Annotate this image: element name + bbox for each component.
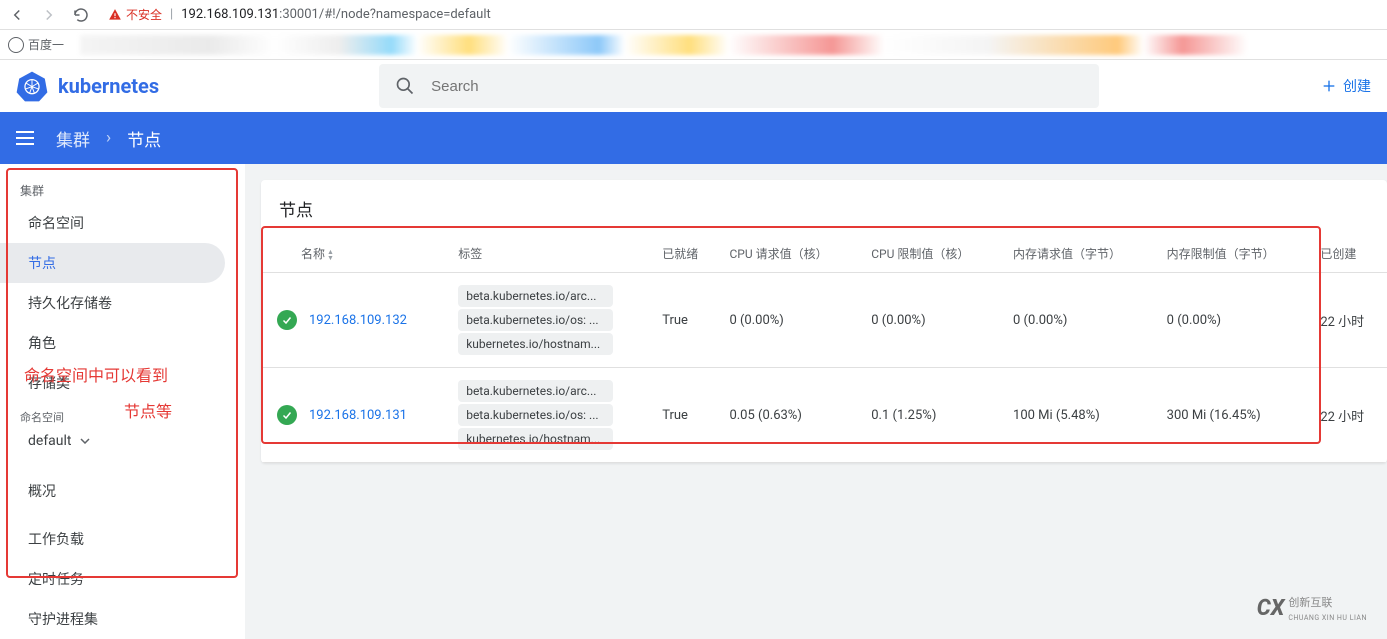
warning-icon xyxy=(108,8,122,22)
blurred-bookmarks xyxy=(80,35,1377,55)
sidebar-section-namespace: 命名空间 xyxy=(0,407,245,427)
cell-cpu-lim: 0.1 (1.25%) xyxy=(861,368,1003,463)
nav-icons xyxy=(8,6,90,24)
annotation-text-2: 节点等 xyxy=(124,398,172,422)
cell-cpu-req: 0 (0.00%) xyxy=(719,273,861,368)
create-button[interactable]: 创建 xyxy=(1321,76,1371,96)
plus-icon xyxy=(1321,78,1337,94)
create-label: 创建 xyxy=(1343,76,1371,96)
breadcrumb-root[interactable]: 集群 xyxy=(56,126,90,151)
sidebar-section-cluster: 集群 xyxy=(0,174,245,203)
th-created[interactable]: 已创建 xyxy=(1310,235,1387,273)
sidebar: 集群 命名空间 节点 持久化存储卷 角色 存储类 命名空间中可以看到 命名空间 … xyxy=(0,164,245,639)
cell-ready: True xyxy=(652,273,719,368)
label-chip: beta.kubernetes.io/arc... xyxy=(458,380,613,402)
table-row: 192.168.109.132 beta.kubernetes.io/arc..… xyxy=(261,273,1387,368)
bookmarks-bar: 百度一 xyxy=(0,30,1387,60)
th-mem-lim[interactable]: 内存限制值（字节） xyxy=(1157,235,1311,273)
th-mem-req[interactable]: 内存请求值（字节） xyxy=(1003,235,1157,273)
cell-cpu-req: 0.05 (0.63%) xyxy=(719,368,861,463)
cell-labels: beta.kubernetes.io/arc...beta.kubernetes… xyxy=(448,273,652,368)
breadcrumb-current: 节点 xyxy=(127,126,161,151)
forward-icon[interactable] xyxy=(40,6,58,24)
kubernetes-logo-icon xyxy=(16,70,48,102)
nodes-table: 名称▲▼ 标签 已就绪 CPU 请求值（核） CPU 限制值（核） 内存请求值（… xyxy=(261,235,1387,463)
nodes-card: 节点 名称▲▼ 标签 已就绪 CPU 请求值（核） CPU 限制值（核） 内存请… xyxy=(261,180,1387,463)
url-path: :30001/#!/node?namespace=default xyxy=(279,7,491,22)
sidebar-item-namespaces[interactable]: 命名空间 xyxy=(0,203,225,243)
bookmark-label: 百度一 xyxy=(28,36,64,53)
cell-mem-req: 0 (0.00%) xyxy=(1003,273,1157,368)
sidebar-item-overview[interactable]: 概况 xyxy=(0,471,225,511)
insecure-label: 不安全 xyxy=(126,6,162,23)
globe-icon xyxy=(8,37,24,53)
bookmark-item[interactable]: 百度一 xyxy=(8,36,64,53)
breadcrumb-sep: › xyxy=(106,128,111,148)
table-row: 192.168.109.131 beta.kubernetes.io/arc..… xyxy=(261,368,1387,463)
sort-icon: ▲▼ xyxy=(327,249,334,261)
cell-created: 22 小时 xyxy=(1310,368,1387,463)
logo-area[interactable]: kubernetes xyxy=(16,70,159,102)
sidebar-item-nodes[interactable]: 节点 xyxy=(0,243,225,283)
cell-labels: beta.kubernetes.io/arc...beta.kubernetes… xyxy=(448,368,652,463)
breadcrumb-bar: 集群 › 节点 xyxy=(0,112,1387,164)
cell-mem-req: 100 Mi (5.48%) xyxy=(1003,368,1157,463)
search-input[interactable] xyxy=(431,78,1083,95)
sidebar-item-daemonsets[interactable]: 守护进程集 xyxy=(0,599,225,639)
insecure-warning: 不安全 xyxy=(108,6,162,23)
url-host: 192.168.109.131 xyxy=(181,7,279,22)
sidebar-item-roles[interactable]: 角色 xyxy=(0,323,225,363)
search-icon xyxy=(395,76,415,96)
search-box[interactable] xyxy=(379,64,1099,108)
cell-mem-lim: 0 (0.00%) xyxy=(1157,273,1311,368)
label-chip: beta.kubernetes.io/os: ... xyxy=(458,309,613,331)
label-chip: kubernetes.io/hostnam... xyxy=(458,428,613,450)
app-bar: kubernetes 创建 xyxy=(0,60,1387,112)
cell-ready: True xyxy=(652,368,719,463)
logo-text: kubernetes xyxy=(58,74,159,98)
namespace-select[interactable]: default xyxy=(0,427,245,463)
browser-nav-bar: 不安全 | 192.168.109.131:30001/#!/node?name… xyxy=(0,0,1387,30)
cell-cpu-lim: 0 (0.00%) xyxy=(861,273,1003,368)
th-cpu-req[interactable]: CPU 请求值（核） xyxy=(719,235,861,273)
label-chip: beta.kubernetes.io/arc... xyxy=(458,285,613,307)
node-link[interactable]: 192.168.109.131 xyxy=(309,408,407,423)
sidebar-item-workloads[interactable]: 工作负载 xyxy=(0,519,225,559)
namespace-value: default xyxy=(28,433,72,449)
card-title: 节点 xyxy=(261,196,1387,235)
label-chip: beta.kubernetes.io/os: ... xyxy=(458,404,613,426)
th-labels[interactable]: 标签 xyxy=(448,235,652,273)
footer-brand: CX 创新互联CHUANG XIN HU LIAN xyxy=(1257,594,1367,623)
sidebar-item-cronjobs[interactable]: 定时任务 xyxy=(0,559,225,599)
sidebar-item-pv[interactable]: 持久化存储卷 xyxy=(0,283,225,323)
th-ready[interactable]: 已就绪 xyxy=(652,235,719,273)
hamburger-icon[interactable] xyxy=(16,126,40,150)
layout: 集群 命名空间 节点 持久化存储卷 角色 存储类 命名空间中可以看到 命名空间 … xyxy=(0,164,1387,639)
th-cpu-lim[interactable]: CPU 限制值（核） xyxy=(861,235,1003,273)
th-name[interactable]: 名称▲▼ xyxy=(261,235,448,273)
chevron-down-icon xyxy=(80,438,90,444)
status-ok-icon xyxy=(277,310,297,330)
reload-icon[interactable] xyxy=(72,6,90,24)
node-link[interactable]: 192.168.109.132 xyxy=(309,313,407,328)
main-content: 节点 名称▲▼ 标签 已就绪 CPU 请求值（核） CPU 限制值（核） 内存请… xyxy=(245,164,1387,639)
annotation-text-1: 命名空间中可以看到 xyxy=(24,362,168,386)
label-chip: kubernetes.io/hostnam... xyxy=(458,333,613,355)
url-bar[interactable]: 不安全 | 192.168.109.131:30001/#!/node?name… xyxy=(108,6,491,23)
cell-mem-lim: 300 Mi (16.45%) xyxy=(1157,368,1311,463)
cell-created: 22 小时 xyxy=(1310,273,1387,368)
status-ok-icon xyxy=(277,405,297,425)
back-icon[interactable] xyxy=(8,6,26,24)
